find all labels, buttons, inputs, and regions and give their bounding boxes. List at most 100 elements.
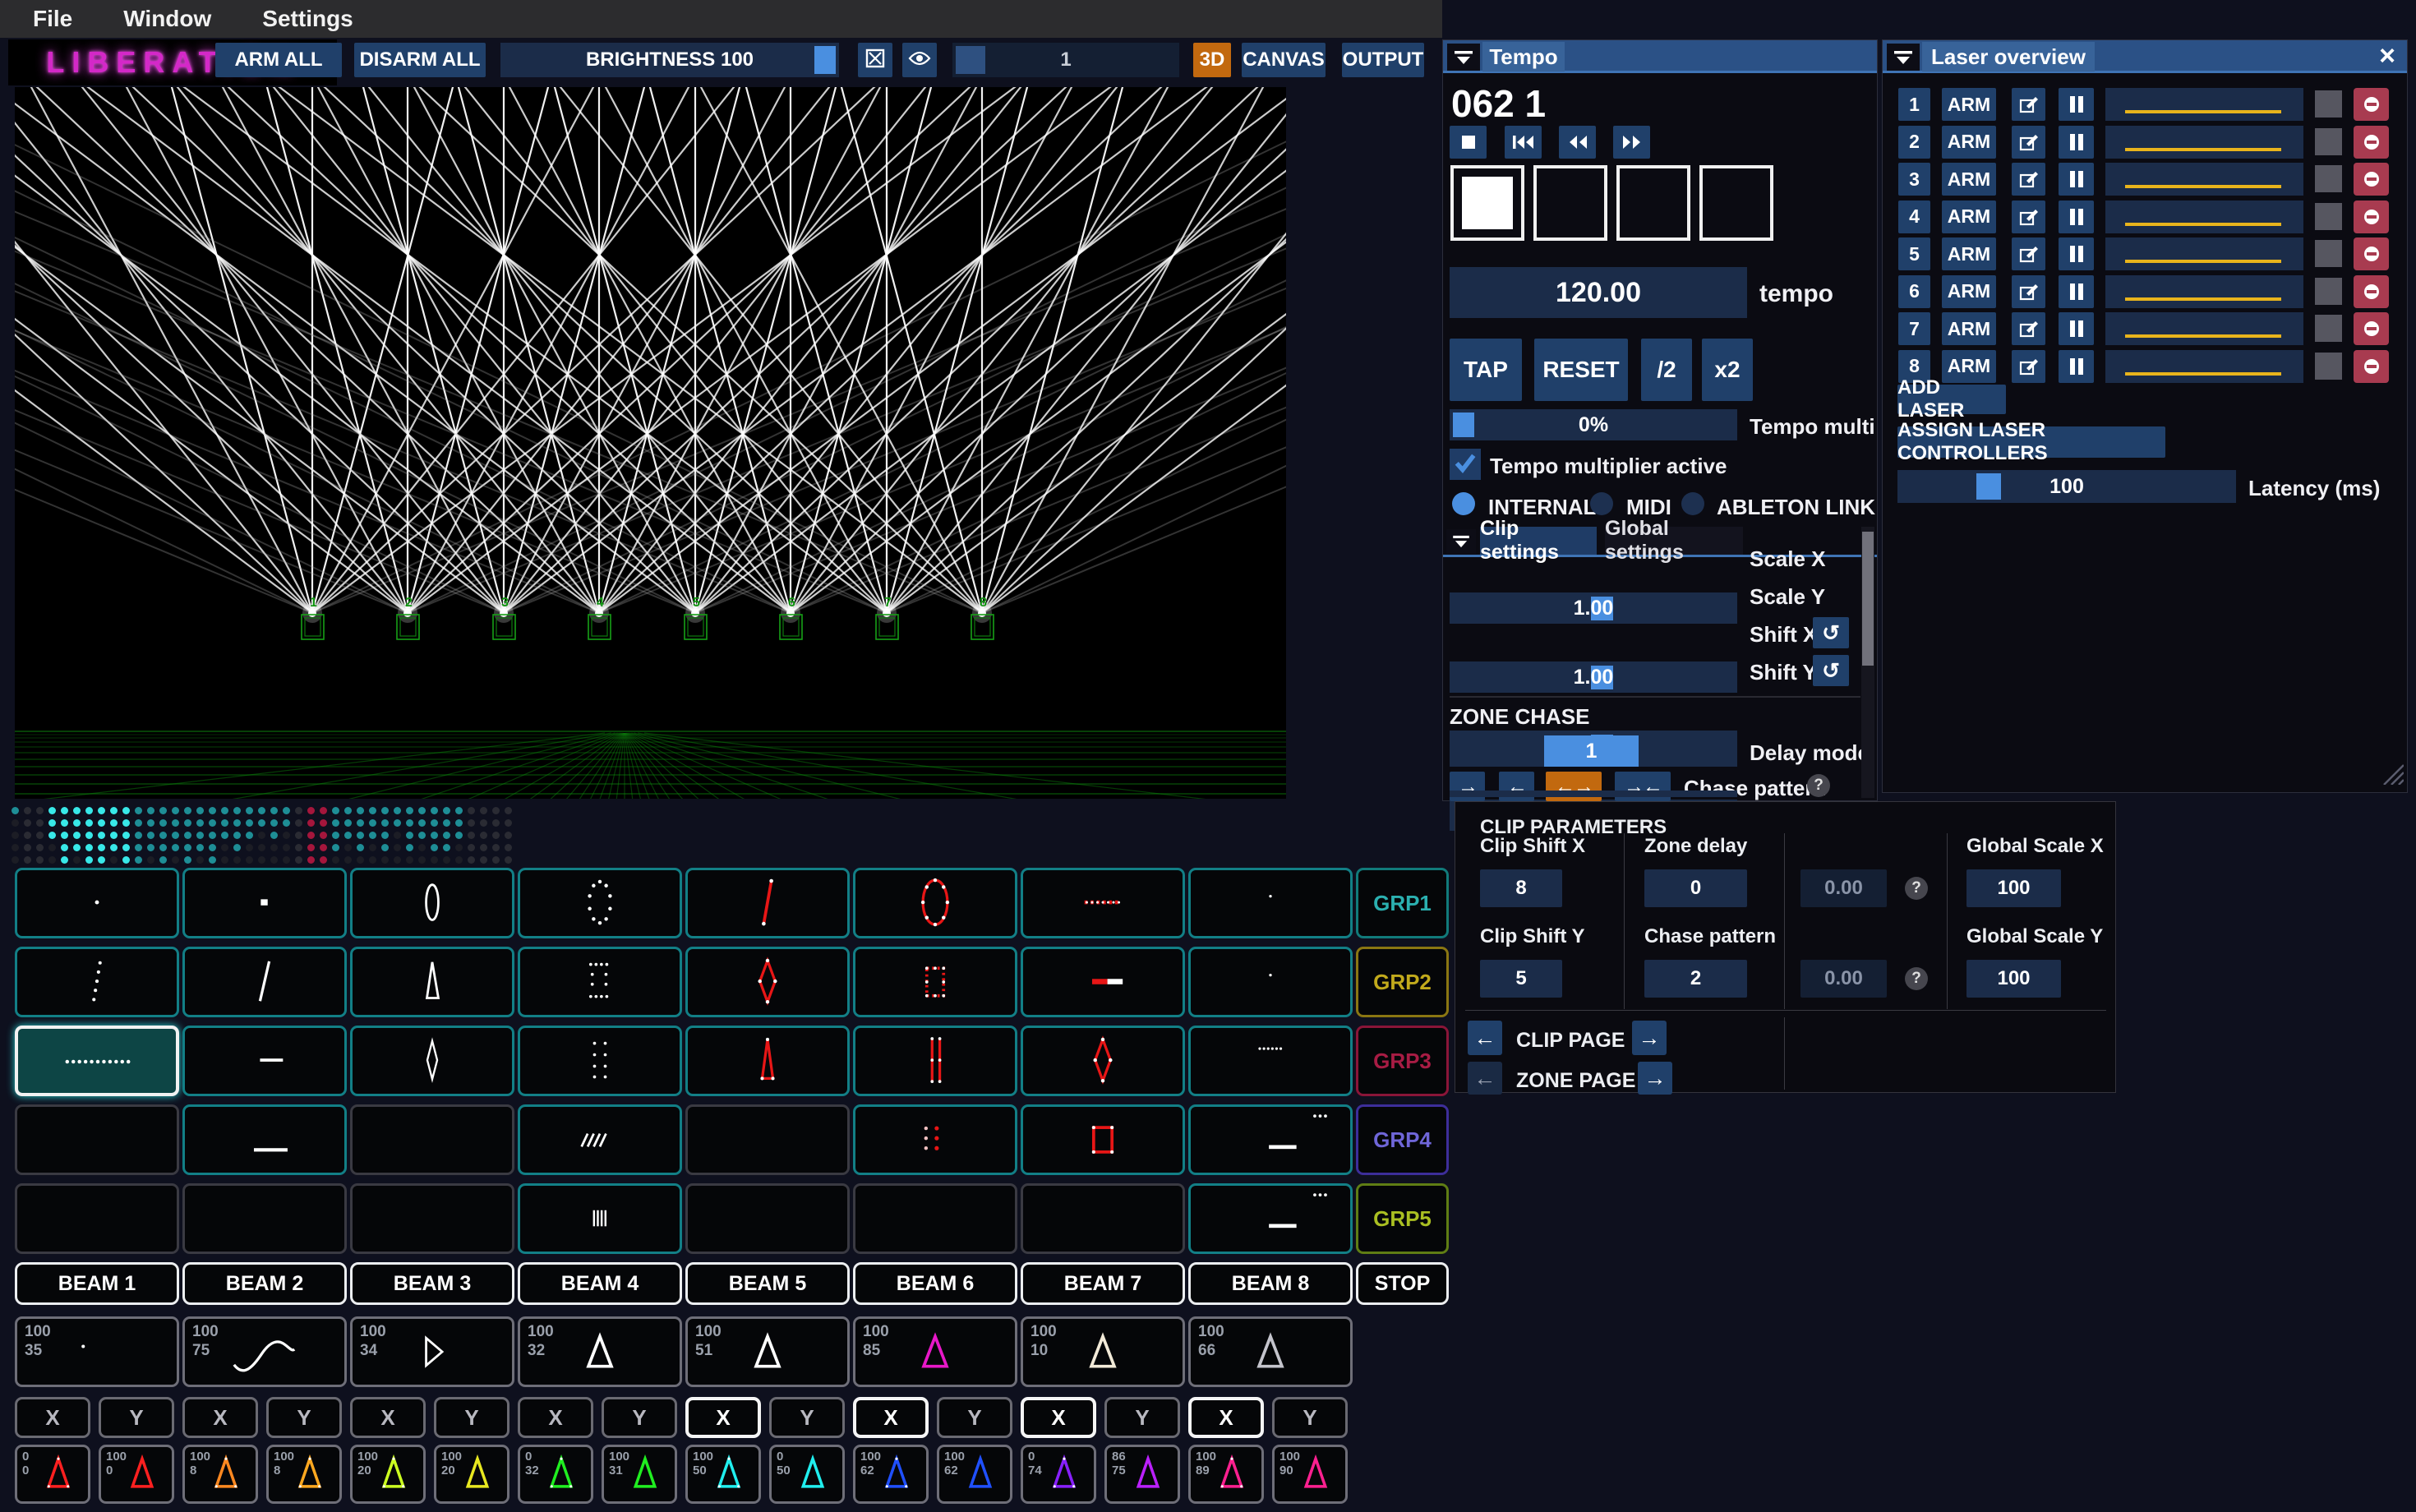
laser-number-6[interactable]: 6	[1898, 275, 1930, 308]
add-laser-button[interactable]: ADD LASER	[1897, 385, 2006, 414]
beam-clip-6[interactable]: 10085	[853, 1316, 1017, 1387]
axis-y-button-6[interactable]: Y	[937, 1397, 1012, 1438]
disarm-all-button[interactable]: DISARM ALL	[354, 43, 486, 77]
color-clip-15[interactable]: 10089	[1188, 1445, 1264, 1504]
3d-mode-button[interactable]: 3D	[1193, 43, 1231, 77]
beam-button-1[interactable]: BEAM 1	[15, 1262, 179, 1305]
clip-cell-r1c8-tiny-dot[interactable]	[1188, 868, 1353, 938]
blackout-button[interactable]	[858, 43, 892, 77]
laser-arm-button-6[interactable]: ARM	[1942, 275, 1996, 308]
beam-clip-2[interactable]: 10075	[182, 1316, 347, 1387]
tap-button[interactable]: TAP	[1450, 339, 1522, 401]
clip-cell-r2c2-diagonal-line[interactable]	[182, 947, 347, 1017]
tab-global-settings[interactable]: Global settings	[1605, 527, 1743, 555]
clip-cell-r3c8-dots-hline[interactable]	[1188, 1026, 1353, 1096]
clip-cell-r4c5-empty[interactable]	[685, 1104, 850, 1175]
laser-arm-button-1[interactable]: ARM	[1942, 88, 1996, 121]
clip-page-next-button[interactable]: →	[1632, 1021, 1667, 1055]
group-button-grp1[interactable]: GRP1	[1356, 868, 1449, 938]
beam-clip-5[interactable]: 10051	[685, 1316, 850, 1387]
beam-button-6[interactable]: BEAM 6	[853, 1262, 1017, 1305]
laser-overview-tab[interactable]: Laser overview	[1922, 42, 2095, 71]
color-clip-1[interactable]: 00	[15, 1445, 90, 1504]
clip-cell-r2c8-tiny-dot[interactable]	[1188, 947, 1353, 1017]
canvas-button[interactable]: CANVAS	[1242, 43, 1326, 77]
clip-cell-r5c6-empty[interactable]	[853, 1183, 1017, 1254]
unassigned-field[interactable]: 0.00	[1800, 960, 1887, 998]
clip-cell-r3c3-narrow-diamond[interactable]	[350, 1026, 514, 1096]
master-slider[interactable]: 1	[952, 43, 1179, 77]
laser-pause-icon-3[interactable]	[2059, 163, 2094, 196]
beam-button-3[interactable]: BEAM 3	[350, 1262, 514, 1305]
axis-x-button-4[interactable]: X	[518, 1397, 593, 1438]
axis-y-button-5[interactable]: Y	[769, 1397, 845, 1438]
help-icon[interactable]: ?	[1905, 877, 1928, 900]
clip-cell-r3c4-dot-columns[interactable]	[518, 1026, 682, 1096]
clip-cell-r3c1-dotted-hline[interactable]	[15, 1026, 179, 1096]
laser-number-3[interactable]: 3	[1898, 163, 1930, 196]
laser-remove-button-3[interactable]	[2354, 163, 2389, 196]
clip-cell-r1c4-dotted-ellipse[interactable]	[518, 868, 682, 938]
color-clip-14[interactable]: 8675	[1104, 1445, 1180, 1504]
tempo-reset-button[interactable]: RESET	[1534, 339, 1628, 401]
laser-arm-button-7[interactable]: ARM	[1942, 312, 1996, 345]
clip-shift-x-field[interactable]: 8	[1480, 869, 1562, 907]
menu-item-file[interactable]: File	[33, 6, 72, 32]
scale-y-field[interactable]: 1.00	[1450, 662, 1737, 693]
zone-page-prev-button[interactable]: ←	[1468, 1062, 1502, 1095]
group-button-grp3[interactable]: GRP3	[1356, 1026, 1449, 1096]
beam-button-8[interactable]: BEAM 8	[1188, 1262, 1353, 1305]
axis-x-button-6[interactable]: X	[853, 1397, 929, 1438]
laser-number-2[interactable]: 2	[1898, 126, 1930, 159]
clip-cell-r3c6-red-double-lines[interactable]	[853, 1026, 1017, 1096]
clip-cell-r5c8-dash-ellipsis[interactable]	[1188, 1183, 1353, 1254]
brightness-slider[interactable]: BRIGHTNESS 100	[500, 43, 839, 77]
laser-remove-button-5[interactable]	[2354, 237, 2389, 270]
zone-page-next-button[interactable]: →	[1638, 1062, 1672, 1095]
laser-pause-icon-8[interactable]	[2059, 350, 2094, 383]
color-clip-16[interactable]: 10090	[1272, 1445, 1348, 1504]
beam-button-2[interactable]: BEAM 2	[182, 1262, 347, 1305]
laser-pause-icon-5[interactable]	[2059, 237, 2094, 270]
delay-mode-handle[interactable]: 1	[1544, 735, 1639, 767]
tempo-multiplier-slider[interactable]: 0%	[1450, 409, 1737, 440]
clip-cell-r5c7-empty[interactable]	[1021, 1183, 1185, 1254]
resize-grip-icon[interactable]	[2381, 762, 2404, 789]
laser-edit-icon-1[interactable]	[2012, 88, 2045, 121]
scrollbar-thumb[interactable]	[1862, 532, 1874, 666]
color-clip-8[interactable]: 10031	[602, 1445, 677, 1504]
settings-scrollbar[interactable]	[1861, 527, 1874, 798]
clip-cell-r1c7-red-dashed-line[interactable]	[1021, 868, 1185, 938]
laser-edit-icon-7[interactable]	[2012, 312, 2045, 345]
laser-number-4[interactable]: 4	[1898, 201, 1930, 233]
clip-cell-r4c2-hline-low[interactable]	[182, 1104, 347, 1175]
stop-transport-button[interactable]	[1450, 126, 1487, 159]
global-scale-x-field[interactable]: 100	[1966, 869, 2061, 907]
tempo-double-button[interactable]: x2	[1702, 339, 1753, 401]
laser-remove-button-2[interactable]	[2354, 126, 2389, 159]
clip-cell-r4c3-empty[interactable]	[350, 1104, 514, 1175]
clip-cell-r1c5-red-diagonal[interactable]	[685, 868, 850, 938]
clip-cell-r2c7-red-dash-segments[interactable]	[1021, 947, 1185, 1017]
stop-button[interactable]: STOP	[1356, 1262, 1449, 1305]
laser-edit-icon-8[interactable]	[2012, 350, 2045, 383]
chase-pattern-field[interactable]: 2	[1644, 960, 1747, 998]
skip-start-button[interactable]	[1505, 126, 1542, 159]
assign-laser-controllers-button[interactable]: ASSIGN LASER CONTROLLERS	[1897, 426, 2165, 458]
axis-y-button-1[interactable]: Y	[99, 1397, 174, 1438]
clip-cell-r2c1-dotted-diagonal[interactable]	[15, 947, 179, 1017]
fast-forward-button[interactable]	[1613, 126, 1650, 159]
laser-arm-button-4[interactable]: ARM	[1942, 201, 1996, 233]
brightness-handle[interactable]	[814, 46, 836, 74]
tempo-half-button[interactable]: /2	[1641, 339, 1692, 401]
clip-cell-r1c6-red-dotted-ellipse[interactable]	[853, 868, 1017, 938]
beam-clip-4[interactable]: 10032	[518, 1316, 682, 1387]
clip-cell-r1c1-dot[interactable]	[15, 868, 179, 938]
laser-remove-button-4[interactable]	[2354, 201, 2389, 233]
laser-pause-icon-4[interactable]	[2059, 201, 2094, 233]
color-clip-10[interactable]: 050	[769, 1445, 845, 1504]
beam-clip-8[interactable]: 10066	[1188, 1316, 1353, 1387]
help-icon[interactable]: ?	[1905, 967, 1928, 990]
clip-cell-r3c7-red-diamond[interactable]	[1021, 1026, 1185, 1096]
axis-x-button-2[interactable]: X	[182, 1397, 258, 1438]
